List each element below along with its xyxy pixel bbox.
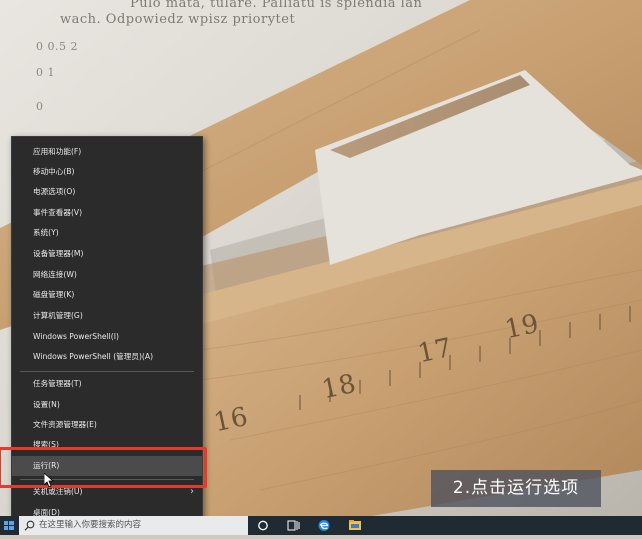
menu-item-settings[interactable]: 设置(N) (12, 395, 202, 415)
search-icon (24, 520, 35, 531)
task-view-button[interactable] (278, 516, 308, 535)
edge-button[interactable] (309, 516, 339, 535)
step-caption: 2.点击运行选项 (431, 470, 601, 507)
menu-item-computer-management[interactable]: 计算机管理(G) (12, 306, 202, 326)
paper-text-line: 0 1 (36, 66, 55, 79)
paper-text-line: 0 0.5 2 (36, 40, 78, 53)
menu-item-mobility-center[interactable]: 移动中心(B) (12, 162, 202, 182)
menu-item-network-connections[interactable]: 网络连接(W) (12, 265, 202, 285)
file-explorer-icon (349, 520, 361, 530)
paper-text-line: Pulo mata, tulare. Palliatu is splendia … (130, 0, 423, 11)
windows-start-icon (4, 521, 14, 530)
highlight-annotation-box (0, 447, 207, 488)
menu-item-apps-features[interactable]: 应用和功能(F) (12, 142, 202, 162)
menu-item-device-manager[interactable]: 设备管理器(M) (12, 244, 202, 264)
cortana-button[interactable] (248, 516, 278, 535)
menu-item-file-explorer[interactable]: 文件资源管理器(E) (12, 415, 202, 435)
menu-item-disk-management[interactable]: 磁盘管理(K) (12, 285, 202, 305)
menu-item-powershell[interactable]: Windows PowerShell(I) (12, 327, 202, 347)
edge-icon (318, 520, 330, 531)
menu-item-event-viewer[interactable]: 事件查看器(V) (12, 203, 202, 223)
mouse-cursor-icon (44, 473, 54, 487)
paper-text-line: 0 (36, 100, 44, 113)
menu-item-power-options[interactable]: 电源选项(O) (12, 182, 202, 202)
paper-text-line: wach. Odpowiedz wpisz priorytet (60, 12, 296, 27)
menu-item-system[interactable]: 系统(Y) (12, 223, 202, 243)
file-explorer-button[interactable] (340, 516, 370, 535)
menu-item-task-manager[interactable]: 任务管理器(T) (12, 374, 202, 394)
start-button[interactable] (0, 516, 18, 535)
cortana-icon (258, 520, 268, 531)
menu-item-powershell-admin[interactable]: Windows PowerShell (管理员)(A) (12, 347, 202, 367)
menu-separator (20, 371, 194, 372)
task-view-icon (287, 520, 300, 531)
taskbar: 在这里输入你要搜索的内容 (0, 516, 642, 535)
taskbar-search-input[interactable]: 在这里输入你要搜索的内容 (19, 516, 248, 535)
